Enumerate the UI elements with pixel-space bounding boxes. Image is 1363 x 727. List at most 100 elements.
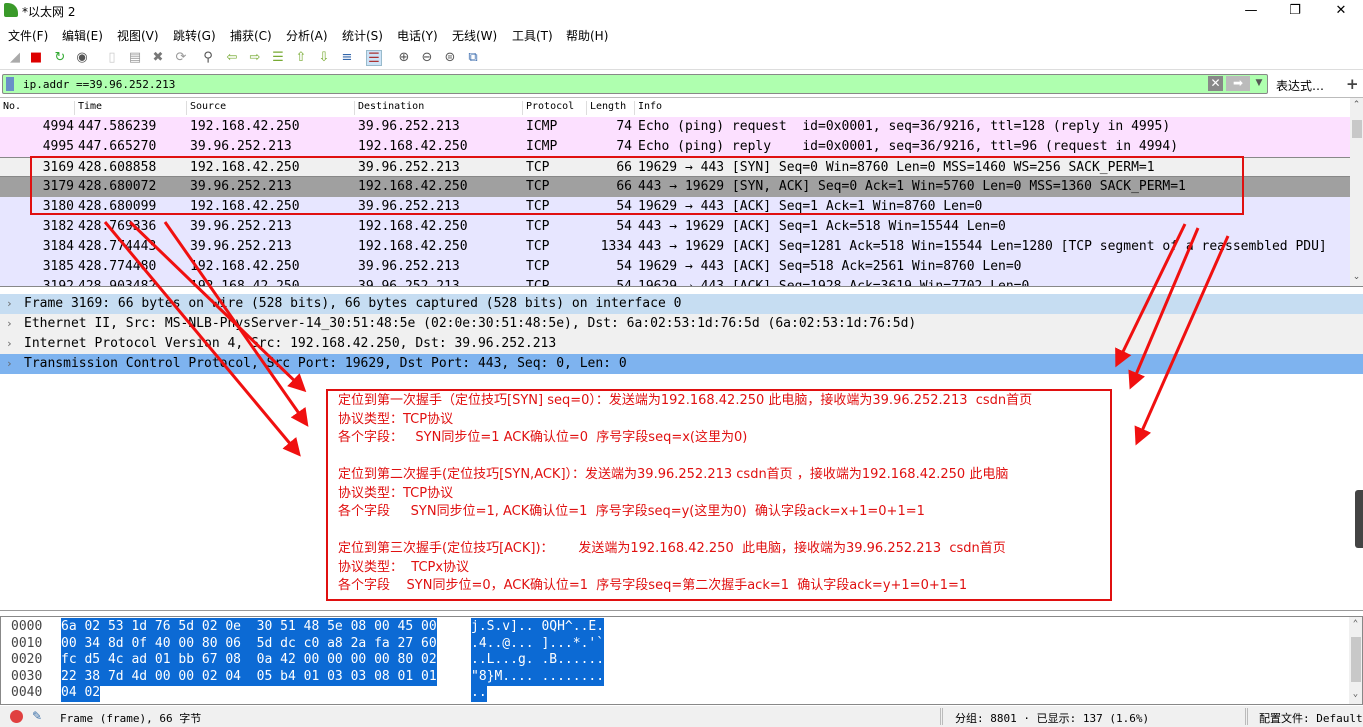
byte-hex[interactable]: fc d5 4c ad 01 bb 67 08 0a 42 00 00 00 0… xyxy=(61,651,437,669)
reload-file-icon[interactable]: ⟳ xyxy=(173,50,189,66)
go-back-icon[interactable]: ⇦ xyxy=(224,50,240,66)
expand-arrow-icon[interactable]: › xyxy=(6,314,13,334)
col-header-length[interactable]: Length xyxy=(586,101,626,115)
byte-hex[interactable]: 04 02 xyxy=(61,684,101,702)
stop-capture-icon[interactable]: ■ xyxy=(28,50,44,66)
menu-analyze[interactable]: 分析(A) xyxy=(286,27,328,44)
menu-wireless[interactable]: 无线(W) xyxy=(452,27,497,44)
go-forward-icon[interactable]: ⇨ xyxy=(247,50,263,66)
close-button[interactable]: ✕ xyxy=(1318,0,1363,22)
byte-offset[interactable]: 0030 xyxy=(11,668,42,686)
status-profile[interactable]: 配置文件: Default xyxy=(1259,710,1363,726)
packet-no: 4994 xyxy=(42,119,74,134)
expand-arrow-icon[interactable]: › xyxy=(6,334,13,354)
col-header-info[interactable]: Info xyxy=(634,101,662,115)
byte-ascii[interactable]: .4..@... ]...*.'` xyxy=(471,634,605,653)
zoom-in-icon[interactable]: ⊕ xyxy=(396,50,412,66)
expert-info-icon[interactable] xyxy=(10,710,23,723)
bookmark-icon[interactable] xyxy=(6,77,14,91)
menu-help[interactable]: 帮助(H) xyxy=(566,27,608,44)
menu-capture[interactable]: 捕获(C) xyxy=(230,27,272,44)
col-header-destination[interactable]: Destination xyxy=(354,101,424,115)
detail-ethernet[interactable]: › Ethernet II, Src: MS-NLB-PhysServer-14… xyxy=(0,314,1363,334)
menu-edit[interactable]: 编辑(E) xyxy=(62,27,103,44)
expand-arrow-icon[interactable]: › xyxy=(6,354,13,374)
col-header-protocol[interactable]: Protocol xyxy=(522,101,574,115)
detail-tcp[interactable]: › Transmission Control Protocol, Src Por… xyxy=(0,354,1363,374)
byte-offset[interactable]: 0010 xyxy=(11,635,42,653)
col-header-time[interactable]: Time xyxy=(74,101,102,115)
packet-destination: 192.168.42.250 xyxy=(358,139,468,154)
detail-ipv4[interactable]: › Internet Protocol Version 4, Src: 192.… xyxy=(0,334,1363,354)
packet-row[interactable]: 3192 428.903482 192.168.42.250 39.96.252.21… xyxy=(0,277,1350,287)
zoom-out-icon[interactable]: ⊖ xyxy=(419,50,435,66)
byte-ascii[interactable]: j.S.v].. 0QH^..E. xyxy=(471,618,605,636)
display-filter-input[interactable] xyxy=(23,77,1203,92)
col-header-source[interactable]: Source xyxy=(186,101,226,115)
byte-offset[interactable]: 0020 xyxy=(11,651,42,669)
capture-options-icon[interactable]: ◉ xyxy=(74,50,90,66)
add-filter-button[interactable]: + xyxy=(1346,75,1359,93)
packet-row[interactable]: 4994 447.586239 192.168.42.250 39.96.252.21… xyxy=(0,117,1350,137)
menu-view[interactable]: 视图(V) xyxy=(117,27,159,44)
status-separator xyxy=(1245,708,1248,725)
scroll-up-icon[interactable]: ⌃ xyxy=(1350,100,1363,110)
minimize-button[interactable]: — xyxy=(1228,0,1274,22)
packet-list-scrollbar[interactable]: ⌃ ⌄ xyxy=(1350,98,1363,286)
scrollbar-thumb[interactable] xyxy=(1352,120,1362,138)
menu-statistics[interactable]: 统计(S) xyxy=(342,27,383,44)
filter-history-dropdown-icon[interactable]: ▼ xyxy=(1253,76,1265,91)
resize-columns-icon[interactable]: ⧉ xyxy=(465,50,481,66)
byte-hex[interactable]: 00 34 8d 0f 40 00 80 06 5d dc c0 a8 2a f… xyxy=(61,634,437,653)
restore-button[interactable]: ❐ xyxy=(1272,0,1318,22)
go-to-packet-icon[interactable]: ☰ xyxy=(270,50,286,66)
capture-comment-icon[interactable]: ✎ xyxy=(32,709,42,723)
packet-row[interactable]: 3179 428.680072 39.96.252.213 192.168.42.25… xyxy=(0,177,1350,197)
packet-row[interactable]: 3182 428.769336 39.96.252.213 192.168.42.25… xyxy=(0,217,1350,237)
packet-row[interactable]: 4995 447.665270 39.96.252.213 192.168.42.25… xyxy=(0,137,1350,157)
byte-offset[interactable]: 0000 xyxy=(11,618,42,636)
menu-file[interactable]: 文件(F) xyxy=(8,27,48,44)
scrollbar-thumb[interactable] xyxy=(1351,637,1361,682)
byte-hex[interactable]: 22 38 7d 4d 00 00 02 04 05 b4 01 03 03 0… xyxy=(61,667,437,686)
open-file-icon[interactable]: ▯ xyxy=(104,50,120,66)
byte-hex[interactable]: 6a 02 53 1d 76 5d 02 0e 30 51 48 5e 08 0… xyxy=(61,618,437,636)
clear-filter-icon[interactable]: ✕ xyxy=(1208,76,1223,91)
packet-source: 39.96.252.213 xyxy=(190,179,292,194)
packet-row[interactable]: 3184 428.774443 39.96.252.213 192.168.42.25… xyxy=(0,237,1350,257)
bytes-scrollbar[interactable]: ⌃ ⌄ xyxy=(1349,617,1362,704)
restart-capture-icon[interactable]: ↻ xyxy=(52,50,68,66)
packet-info: 19629 → 443 [ACK] Seq=1928 Ack=3619 Win=… xyxy=(638,279,1030,287)
packet-time: 428.774480 xyxy=(78,259,157,274)
byte-ascii[interactable]: "8}M.... ........ xyxy=(471,667,605,686)
menu-telephony[interactable]: 电话(Y) xyxy=(397,27,438,44)
first-packet-icon[interactable]: ⇧ xyxy=(293,50,309,66)
last-packet-icon[interactable]: ⇩ xyxy=(316,50,332,66)
colorize-icon[interactable]: ☰ xyxy=(366,50,382,66)
menu-tools[interactable]: 工具(T) xyxy=(512,27,553,44)
shark-fin-start-icon[interactable]: ◢ xyxy=(7,50,23,66)
save-file-icon[interactable]: ▤ xyxy=(127,50,143,66)
find-packet-icon[interactable]: ⚲ xyxy=(200,50,216,66)
byte-ascii[interactable]: ..L...g. .B...... xyxy=(471,651,605,669)
packet-row[interactable]: 3185 428.774480 192.168.42.250 39.96.252.21… xyxy=(0,257,1350,277)
packet-time: 447.586239 xyxy=(78,119,157,134)
scroll-down-icon[interactable]: ⌄ xyxy=(1349,689,1362,699)
menu-go[interactable]: 跳转(G) xyxy=(173,27,216,44)
packet-protocol: TCP xyxy=(526,279,550,287)
detail-frame[interactable]: › Frame 3169: 66 bytes on wire (528 bits… xyxy=(0,294,1363,314)
scroll-up-icon[interactable]: ⌃ xyxy=(1349,619,1362,629)
scroll-down-icon[interactable]: ⌄ xyxy=(1350,272,1363,282)
byte-offset[interactable]: 0040 xyxy=(11,684,42,702)
close-file-icon[interactable]: ✖ xyxy=(150,50,166,66)
autoscroll-icon[interactable]: ≡ xyxy=(339,50,355,66)
apply-filter-icon[interactable]: ➡ xyxy=(1226,76,1250,91)
expand-arrow-icon[interactable]: › xyxy=(6,294,13,314)
packet-row[interactable]: 3169 428.608858 192.168.42.250 39.96.252.21… xyxy=(0,157,1350,177)
normal-size-icon[interactable]: ⊜ xyxy=(442,50,458,66)
side-floating-widget[interactable] xyxy=(1355,490,1363,548)
expression-button[interactable]: 表达式… xyxy=(1276,77,1324,94)
byte-ascii[interactable]: .. xyxy=(471,684,487,702)
col-header-no[interactable]: No. xyxy=(0,101,21,115)
packet-row[interactable]: 3180 428.680099 192.168.42.250 39.96.252.21… xyxy=(0,197,1350,217)
